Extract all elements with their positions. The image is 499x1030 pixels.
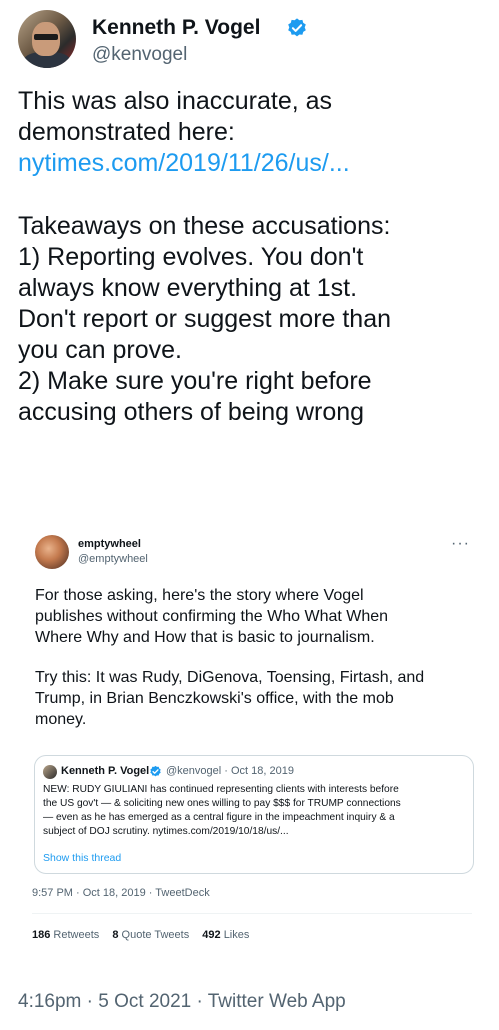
author-avatar[interactable] <box>18 10 76 68</box>
quotes-label: Quote Tweets <box>121 929 190 941</box>
quoted-tweet-screenshot[interactable]: emptywheel @emptywheel ··· For those ask… <box>20 523 482 960</box>
nested-line: NEW: RUDY GIULIANI has continued represe… <box>43 784 399 795</box>
nested-quote-card: Kenneth P. Vogel @kenvogel · Oct 18, 201… <box>34 755 474 874</box>
quotes-count: 8 <box>112 929 119 941</box>
tweet-header: Kenneth P. Vogel @kenvogel <box>18 8 488 72</box>
tweet-line: 1) Reporting evolves. You don't <box>18 243 364 271</box>
tweet-line: Don't report or suggest more than <box>18 305 392 333</box>
quoted-line: Trump, in Brian Benczkowski's office, wi… <box>35 690 394 707</box>
retweets-label: Retweets <box>53 929 100 941</box>
nested-line: subject of DOJ scrutiny. nytimes.com/201… <box>43 826 289 837</box>
nested-author-name: Kenneth P. Vogel <box>61 765 150 777</box>
quotes-stat: 8 Quote Tweets <box>112 929 189 941</box>
retweets-count: 186 <box>32 929 51 941</box>
nested-line: the US gov't — & soliciting new ones wil… <box>43 798 401 809</box>
tweet-timestamp[interactable]: 4:16pm · 5 Oct 2021 · Twitter Web App <box>18 991 346 1013</box>
quoted-tweet-text: For those asking, here's the story where… <box>35 585 475 730</box>
article-link[interactable]: nytimes.com/2019/11/26/us/... <box>18 148 488 179</box>
quoted-timestamp: 9:57 PM · Oct 18, 2019 · TweetDeck <box>32 887 210 899</box>
quoted-line: money. <box>35 711 87 728</box>
quoted-line: Try this: It was Rudy, DiGenova, Toensin… <box>35 669 425 686</box>
verified-badge-icon <box>288 18 306 37</box>
nested-tweet-text: NEW: RUDY GIULIANI has continued represe… <box>43 783 471 839</box>
quoted-author-name: emptywheel <box>78 538 141 550</box>
divider <box>32 913 472 914</box>
quoted-line: For those asking, here's the story where… <box>35 587 364 604</box>
verified-badge-icon <box>150 765 161 777</box>
nested-author-avatar <box>43 765 57 779</box>
tweet-line: Takeaways on these accusations: <box>18 212 391 240</box>
quoted-author-avatar <box>35 535 69 569</box>
avatar-glasses <box>34 34 58 40</box>
tweet-text: This was also inaccurate, as demonstrate… <box>18 86 488 428</box>
retweets-stat: 186 Retweets <box>32 929 99 941</box>
more-options-icon: ··· <box>451 535 470 552</box>
quoted-engagement-stats: 186 Retweets 8 Quote Tweets 492 Likes <box>32 929 259 941</box>
author-handle[interactable]: @kenvogel <box>92 44 187 66</box>
quoted-line: publishes without confirming the Who Wha… <box>35 608 389 625</box>
tweet-line: This was also inaccurate, as <box>18 87 333 115</box>
tweet-line: accusing others of being wrong <box>18 398 365 426</box>
tweet-line: 2) Make sure you're right before <box>18 367 372 395</box>
quoted-author-handle: @emptywheel <box>78 553 148 565</box>
tweet-line: demonstrated here: <box>18 118 235 146</box>
tweet-line: always know everything at 1st. <box>18 274 358 302</box>
likes-label: Likes <box>223 929 250 941</box>
show-thread-link: Show this thread <box>43 852 122 864</box>
tweet-line: you can prove. <box>18 336 182 364</box>
quoted-line: Where Why and How that is basic to journ… <box>35 629 375 646</box>
likes-count: 492 <box>202 929 221 941</box>
author-name[interactable]: Kenneth P. Vogel <box>92 16 260 40</box>
likes-stat: 492 Likes <box>202 929 249 941</box>
nested-author-meta: @kenvogel · Oct 18, 2019 <box>166 765 294 777</box>
nested-line: — even as he has emerged as a central fi… <box>43 812 395 823</box>
